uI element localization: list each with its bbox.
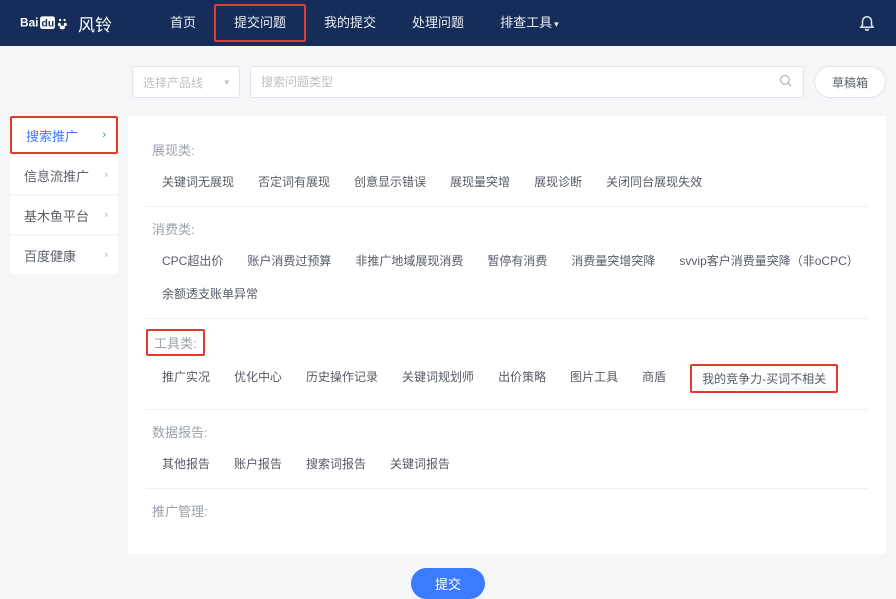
nav-home[interactable]: 首页: [152, 0, 214, 46]
search-box: [250, 66, 804, 98]
bell-icon[interactable]: [858, 13, 876, 34]
issue-type-tag[interactable]: 消费量突增突降: [571, 252, 655, 269]
issue-type-tag[interactable]: 展现诊断: [534, 173, 582, 190]
logo: Bai du 风铃: [20, 11, 112, 36]
issue-type-tag[interactable]: 账户报告: [234, 455, 282, 472]
nav-handle-issues[interactable]: 处理问题: [394, 0, 482, 46]
category-tags: 关键词无展现 否定词有展现 创意显示错误 展现量突增 展现诊断 关闭同台展现失效: [146, 173, 868, 190]
chevron-down-icon: ▾: [224, 77, 229, 88]
svg-text:du: du: [42, 19, 55, 30]
filter-bar: 选择产品线 ▾ 草稿箱: [0, 46, 896, 116]
sidebar-item-feed-promotion[interactable]: 信息流推广 ›: [10, 156, 118, 194]
category-tags: 其他报告 账户报告 搜索词报告 关键词报告: [146, 455, 868, 472]
sidebar-item-label: 信息流推广: [24, 166, 89, 185]
issue-type-tag[interactable]: 搜索词报告: [306, 455, 366, 472]
product-placeholder: 选择产品线: [143, 74, 203, 91]
issue-type-tag[interactable]: 商盾: [642, 368, 666, 393]
category-title: 工具类:: [146, 329, 205, 356]
category-tags: 推广实况优化中心历史操作记录关键词规划师出价策略图片工具商盾我的竞争力-买词不相…: [146, 368, 868, 393]
issue-type-tag[interactable]: svvip客户消费量突降（非oCPC）: [679, 252, 858, 269]
issue-type-tag[interactable]: 展现量突增: [450, 173, 510, 190]
draft-button[interactable]: 草稿箱: [814, 66, 886, 98]
issue-type-tag[interactable]: 关键词无展现: [162, 173, 234, 190]
nav-submit-issue[interactable]: 提交问题: [214, 4, 306, 42]
issue-type-tag[interactable]: 否定词有展现: [258, 173, 330, 190]
search-icon[interactable]: [778, 73, 793, 92]
category-title: 推广管理:: [146, 499, 214, 522]
chevron-down-icon: ▾: [554, 19, 559, 29]
issue-type-tag[interactable]: 关键词规划师: [402, 368, 474, 393]
content-panel: 展现类: 关键词无展现 否定词有展现 创意显示错误 展现量突增 展现诊断 关闭同台展现失效消…: [128, 116, 886, 554]
issue-type-tag[interactable]: 暂停有消费: [487, 252, 547, 269]
sidebar-item-label: 搜索推广: [26, 126, 78, 145]
baidu-logo-icon: Bai du: [20, 13, 72, 33]
issue-type-tag[interactable]: 非推广地域展现消费: [355, 252, 463, 269]
submit-button[interactable]: 提交: [411, 568, 485, 599]
main-layout: 搜索推广 › 信息流推广 › 基木鱼平台 › 百度健康 › 展现类: 关键词无展现…: [0, 116, 896, 554]
issue-type-tag[interactable]: 关闭同台展现失效: [606, 173, 702, 190]
issue-type-tag[interactable]: CPC超出价: [162, 252, 223, 269]
issue-type-tag[interactable]: 历史操作记录: [306, 368, 378, 393]
sidebar-item-jimuyu[interactable]: 基木鱼平台 ›: [10, 196, 118, 234]
submit-row: 提交: [0, 554, 896, 599]
sidebar-item-search-promotion[interactable]: 搜索推广 ›: [10, 116, 118, 154]
svg-text:Bai: Bai: [20, 16, 38, 30]
chevron-right-icon: ›: [104, 209, 108, 221]
sidebar-item-label: 百度健康: [24, 246, 76, 265]
top-nav: Bai du 风铃 首页 提交问题 我的提交 处理问题 排查工具▾: [0, 0, 896, 46]
category-block: 消费类: CPC超出价 账户消费过预算 非推广地域展现消费 暂停有消费 消费量突增突降 sv…: [146, 207, 868, 319]
issue-type-tag[interactable]: 我的竞争力-买词不相关: [690, 364, 838, 393]
nav-items: 首页 提交问题 我的提交 处理问题 排查工具▾: [152, 0, 577, 46]
search-input[interactable]: [261, 75, 778, 89]
category-title: 数据报告:: [146, 420, 214, 443]
issue-type-tag[interactable]: 出价策略: [498, 368, 546, 393]
category-title: 消费类:: [146, 217, 201, 240]
category-block: 推广管理:: [146, 489, 868, 550]
nav-tools[interactable]: 排查工具▾: [482, 0, 577, 46]
sidebar-item-label: 基木鱼平台: [24, 206, 89, 225]
category-block: 工具类: 推广实况优化中心历史操作记录关键词规划师出价策略图片工具商盾我的竞争力-…: [146, 319, 868, 410]
nav-my-submissions[interactable]: 我的提交: [306, 0, 394, 46]
category-title: 展现类:: [146, 138, 201, 161]
issue-type-tag[interactable]: 推广实况: [162, 368, 210, 393]
issue-type-tag[interactable]: 余额透支账单异常: [162, 285, 258, 302]
issue-type-tag[interactable]: 其他报告: [162, 455, 210, 472]
issue-type-tag[interactable]: 创意显示错误: [354, 173, 426, 190]
sidebar-item-baidu-health[interactable]: 百度健康 ›: [10, 236, 118, 274]
issue-type-tag[interactable]: 优化中心: [234, 368, 282, 393]
category-tags: CPC超出价 账户消费过预算 非推广地域展现消费 暂停有消费 消费量突增突降 svvip客…: [146, 252, 868, 302]
chevron-right-icon: ›: [102, 129, 106, 141]
brand-suffix: 风铃: [78, 11, 112, 36]
chevron-right-icon: ›: [104, 249, 108, 261]
product-line-select[interactable]: 选择产品线 ▾: [132, 66, 240, 98]
sidebar: 搜索推广 › 信息流推广 › 基木鱼平台 › 百度健康 ›: [10, 116, 118, 554]
category-block: 数据报告: 其他报告 账户报告 搜索词报告 关键词报告: [146, 410, 868, 489]
issue-type-tag[interactable]: 图片工具: [570, 368, 618, 393]
chevron-right-icon: ›: [104, 169, 108, 181]
issue-type-tag[interactable]: 账户消费过预算: [247, 252, 331, 269]
nav-tools-label: 排查工具: [500, 15, 552, 30]
category-block: 展现类: 关键词无展现 否定词有展现 创意显示错误 展现量突增 展现诊断 关闭同台展现失效: [146, 128, 868, 207]
issue-type-tag[interactable]: 关键词报告: [390, 455, 450, 472]
